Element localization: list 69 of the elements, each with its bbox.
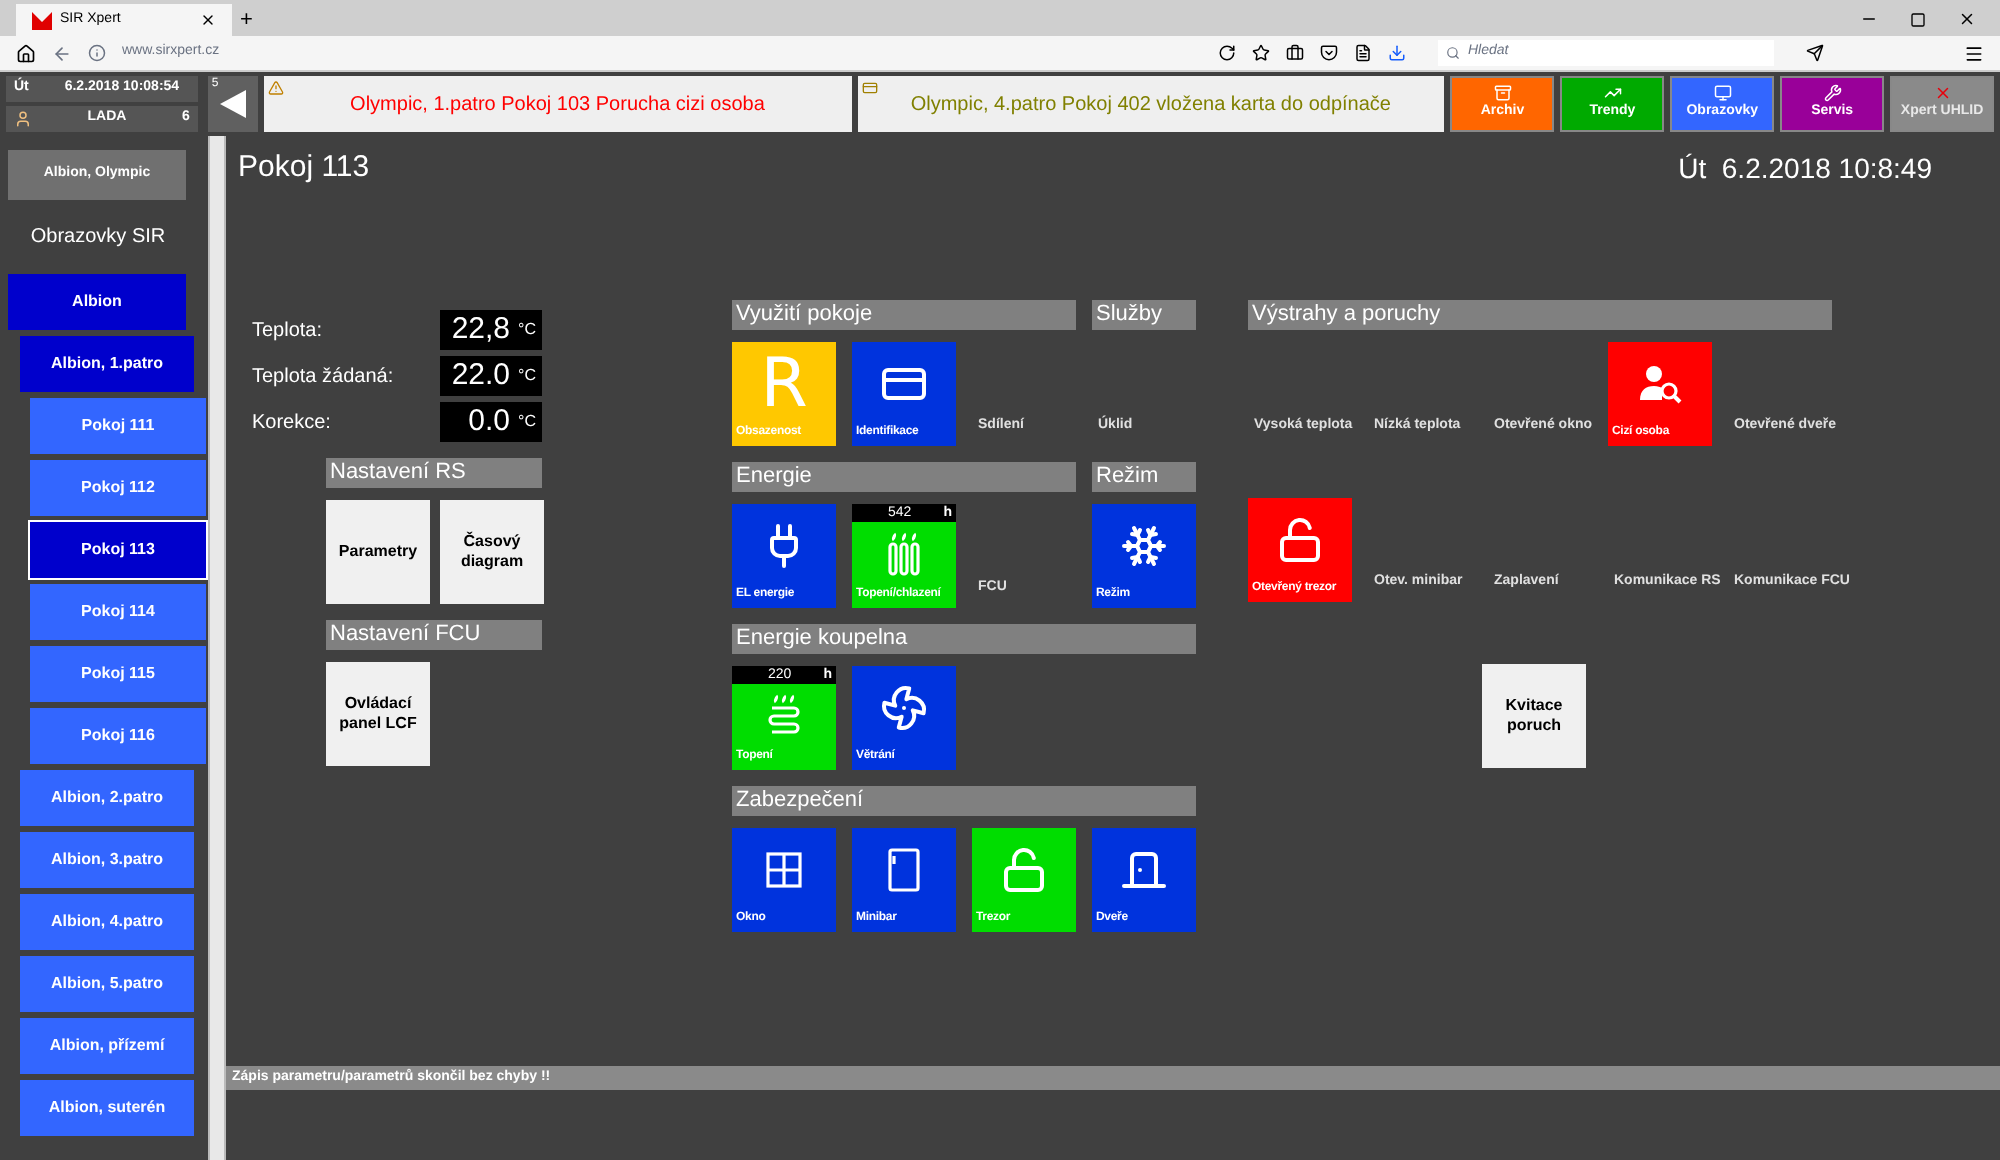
tile-button[interactable]: Ovládací panel LCF (326, 662, 430, 766)
menu-icon[interactable] (1964, 43, 1984, 63)
back-icon[interactable] (52, 43, 72, 63)
close-icon (1933, 84, 1952, 103)
fan-icon (880, 683, 928, 731)
reload-icon[interactable] (1218, 44, 1236, 62)
tile-button[interactable]: Parametry (326, 500, 430, 604)
nav-item[interactable]: Albion, 1.patro (20, 336, 194, 392)
nav-item[interactable]: Albion, suterén (20, 1080, 194, 1136)
room-title: Pokoj 113 (238, 147, 370, 188)
reading-label: Teplota: (252, 317, 325, 345)
nav-item[interactable]: Albion, 4.patro (20, 894, 194, 950)
send-icon[interactable] (1806, 44, 1824, 62)
section-header: Energie koupelna (732, 624, 1196, 654)
open-lock-icon (1276, 515, 1324, 563)
nav-item[interactable]: Pokoj 111 (30, 398, 206, 454)
nav-item[interactable]: Albion, 3.patro (20, 832, 194, 888)
info-icon[interactable] (88, 44, 106, 62)
snowflake-icon (1120, 521, 1168, 569)
section-header: Energie (732, 462, 1076, 492)
logo-icon (32, 11, 52, 29)
archive-icon (1493, 84, 1512, 103)
warning-icon (267, 80, 284, 96)
chart-icon (1603, 84, 1622, 103)
sidebar-heading: Obrazovky SIR (28, 224, 168, 252)
room-datetime: Út 6.2.2018 10:8:49 (1678, 149, 1932, 187)
maximize-icon[interactable] (1910, 12, 1926, 28)
alert-message[interactable]: Olympic, 1.patro Pokoj 103 Porucha cizi osoba (263, 76, 852, 132)
nav-item[interactable]: Albion, 5.patro (20, 956, 194, 1012)
reading-display: 22.0 °C (440, 356, 542, 396)
nav-item[interactable]: Pokoj 112 (30, 460, 206, 516)
alert-message[interactable]: Olympic, 4.patro Pokoj 402 vložena karta do odpínače (857, 76, 1445, 132)
nav-item[interactable]: Albion (8, 274, 186, 330)
section-header: Režim (1092, 462, 1196, 492)
home-icon[interactable] (16, 43, 36, 63)
monitor-icon (1713, 84, 1732, 103)
scrollbar[interactable] (208, 136, 226, 1160)
reading-label: Teplota žádaná: (252, 363, 396, 391)
section-header: Výstrahy a poruchy (1248, 300, 1832, 330)
close-icon[interactable] (1958, 10, 1976, 28)
user-icon (14, 110, 32, 128)
document-icon[interactable] (1354, 44, 1372, 62)
nav-item[interactable]: Albion, 2.patro (20, 770, 194, 826)
new-tab-button[interactable]: + (240, 10, 253, 32)
nav-item[interactable]: Pokoj 116 (30, 708, 206, 764)
reading-label: Korekce: (252, 409, 333, 437)
search-icon (1446, 46, 1460, 60)
section-header: Nastavení RS (326, 458, 542, 488)
triangle-icon (219, 90, 246, 118)
section-header: Využití pokoje (732, 300, 1076, 330)
download-icon[interactable] (1388, 44, 1406, 62)
open-lock-icon (1000, 845, 1048, 893)
nav-item[interactable]: Pokoj 113 (30, 522, 206, 578)
section-header: Nastavení FCU (326, 620, 542, 650)
reading-display: 0.0 °C (440, 402, 542, 442)
nav-item[interactable]: Pokoj 115 (30, 646, 206, 702)
nav-item[interactable]: Pokoj 114 (30, 584, 206, 640)
reading-display: 22,8 °C (440, 310, 542, 350)
pocket-icon[interactable] (1320, 44, 1338, 62)
close-icon[interactable] (200, 12, 216, 28)
tile-button[interactable]: Kvitace poruch (1482, 664, 1586, 768)
briefcase-icon[interactable] (1286, 44, 1304, 62)
card-icon (861, 80, 878, 96)
star-icon[interactable] (1252, 44, 1270, 62)
section-header: Služby (1092, 300, 1196, 330)
section-header: Zabezpečení (732, 786, 1196, 816)
tools-icon (1823, 84, 1842, 103)
nav-item[interactable]: Albion, přízemí (20, 1018, 194, 1074)
tile-button[interactable]: Časový diagram (440, 500, 544, 604)
